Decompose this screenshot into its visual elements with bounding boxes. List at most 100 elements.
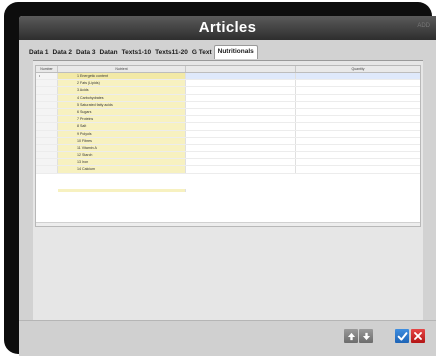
column-header-blank[interactable] (186, 66, 296, 72)
table-row[interactable]: 14 Calcium (36, 166, 420, 174)
table-row[interactable]: 2 Fats (Lipids) (36, 80, 420, 88)
blank-cell[interactable] (186, 101, 296, 108)
quantity-cell[interactable] (296, 144, 420, 152)
quantity-cell[interactable] (296, 152, 420, 159)
table-row[interactable]: 3 Acids (36, 87, 420, 95)
quantity-cell[interactable] (296, 166, 420, 173)
tab-datan[interactable]: Datan (98, 47, 120, 59)
quantity-cell[interactable] (296, 73, 420, 80)
row-number-cell[interactable] (36, 101, 58, 108)
table-row[interactable]: 4 Carbohydrates (36, 94, 420, 102)
blank-cell[interactable] (186, 152, 296, 159)
quantity-cell[interactable] (296, 80, 420, 87)
nutrient-name-cell[interactable]: 6 Sugars (58, 108, 186, 116)
blank-cell[interactable] (186, 130, 296, 137)
quantity-cell[interactable] (296, 94, 420, 101)
row-number-cell[interactable] (36, 80, 58, 87)
blank-cell[interactable] (186, 80, 296, 87)
row-number-cell[interactable] (36, 130, 58, 137)
quantity-cell[interactable] (296, 123, 420, 130)
quantity-cell[interactable] (296, 116, 420, 123)
row-number-cell[interactable] (36, 137, 58, 144)
nutrient-name-cell[interactable]: 9 Polyols (58, 130, 186, 137)
nutritionals-panel: Number Nutrient Quantity • 1 Energetic co… (33, 60, 423, 320)
quantity-cell[interactable] (296, 101, 420, 108)
row-number-cell[interactable] (36, 116, 58, 123)
tab-g-text[interactable]: G Text (190, 47, 214, 59)
table-row[interactable]: 12 Starch (36, 152, 420, 160)
blank-cell[interactable] (186, 166, 296, 173)
close-icon (414, 332, 422, 340)
nutrient-name-cell[interactable]: 14 Calcium (58, 166, 186, 173)
row-number-cell[interactable] (36, 94, 58, 101)
checkmark-icon (397, 331, 407, 341)
nutrient-name-cell[interactable]: 12 Starch (58, 152, 186, 159)
blank-cell[interactable] (186, 123, 296, 130)
blank-cell[interactable] (186, 108, 296, 116)
row-number-cell[interactable] (36, 159, 58, 166)
tab-data-2[interactable]: Data 2 (51, 47, 75, 59)
move-down-button[interactable] (359, 329, 373, 343)
table-row[interactable]: 9 Polyols (36, 130, 420, 138)
quantity-cell[interactable] (296, 137, 420, 144)
nutrient-name-cell[interactable]: 7 Proteins (58, 116, 186, 123)
nutrient-name-cell[interactable]: 4 Carbohydrates (58, 94, 186, 101)
tab-data-3[interactable]: Data 3 (74, 47, 98, 59)
table-row[interactable]: 13 Iron (36, 159, 420, 167)
quantity-cell[interactable] (296, 159, 420, 166)
nutrients-grid: Number Nutrient Quantity • 1 Energetic co… (35, 65, 421, 227)
table-row[interactable]: 8 Salt (36, 123, 420, 131)
nutrient-name-cell[interactable]: 13 Iron (58, 159, 186, 166)
quantity-cell[interactable] (296, 108, 420, 116)
row-number-cell[interactable] (36, 123, 58, 130)
row-number-cell[interactable] (36, 87, 58, 94)
arrow-down-icon (362, 332, 370, 340)
row-number-cell[interactable] (36, 108, 58, 116)
table-row[interactable]: 10 Fibres (36, 137, 420, 145)
blank-cell[interactable] (186, 159, 296, 166)
arrow-up-icon (347, 332, 355, 340)
tab-bar: Data 1 Data 2 Data 3 Datan Texts1-10 Tex… (27, 45, 258, 59)
confirm-button[interactable] (395, 329, 409, 343)
footer-bar (19, 320, 436, 356)
quantity-cell[interactable] (296, 87, 420, 94)
tab-texts-1-10[interactable]: Texts1-10 (120, 47, 154, 59)
nutrient-name-cell[interactable]: 3 Acids (58, 87, 186, 94)
row-number-cell[interactable]: • (36, 73, 58, 80)
table-row[interactable]: 6 Sugars (36, 108, 420, 117)
nutrient-name-cell[interactable]: 2 Fats (Lipids) (58, 80, 186, 87)
tab-texts-11-20[interactable]: Texts11-20 (153, 47, 190, 59)
row-number-cell[interactable] (36, 144, 58, 152)
window-title: Articles (19, 16, 436, 40)
table-row[interactable]: 5 Saturated fatty acids (36, 101, 420, 109)
table-row[interactable]: 7 Proteins (36, 116, 420, 124)
horizontal-scrollbar[interactable] (36, 222, 420, 226)
nutrient-name-cell[interactable]: 8 Salt (58, 123, 186, 130)
nutrient-name-cell[interactable]: 10 Fibres (58, 137, 186, 144)
grid-header: Number Nutrient Quantity (36, 66, 420, 73)
blank-cell[interactable] (186, 94, 296, 101)
column-header-nutrient[interactable]: Nutrient (58, 66, 186, 72)
nutrient-name-cell[interactable]: 11 Vitamin A (58, 144, 186, 152)
quantity-cell[interactable] (296, 130, 420, 137)
column-header-number[interactable]: Number (36, 66, 58, 72)
nutrient-name-cell[interactable]: 1 Energetic content (58, 73, 186, 80)
cancel-button[interactable] (411, 329, 425, 343)
nutrient-name-cell[interactable]: 5 Saturated fatty acids (58, 101, 186, 108)
blank-cell[interactable] (186, 73, 296, 80)
blank-cell[interactable] (186, 87, 296, 94)
row-number-cell[interactable] (36, 152, 58, 159)
nutrient-column-filler (58, 188, 186, 192)
table-row[interactable]: 11 Vitamin A (36, 144, 420, 153)
table-row[interactable]: • 1 Energetic content (36, 73, 420, 81)
tab-data-1[interactable]: Data 1 (27, 47, 51, 59)
column-header-quantity[interactable]: Quantity (296, 66, 420, 72)
blank-cell[interactable] (186, 116, 296, 123)
add-button[interactable]: ADD (417, 23, 430, 29)
row-number-cell[interactable] (36, 166, 58, 173)
blank-cell[interactable] (186, 144, 296, 152)
blank-cell[interactable] (186, 137, 296, 144)
tab-nutritionals[interactable]: Nutritionals (213, 45, 258, 59)
articles-window: Articles ADD Data 1 Data 2 Data 3 Datan … (19, 16, 436, 356)
move-up-button[interactable] (344, 329, 358, 343)
